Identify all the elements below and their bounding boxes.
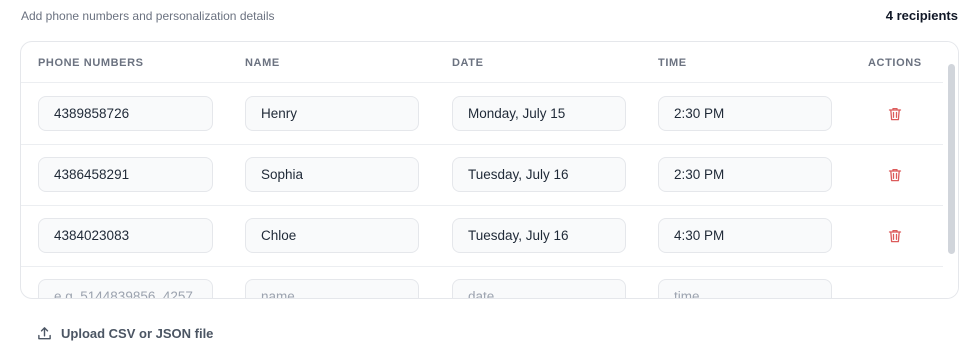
phone-field[interactable]: 4389858726 — [38, 96, 213, 131]
trash-icon[interactable] — [887, 106, 903, 122]
phone-input[interactable]: e.g. 5144839856, 4257... — [38, 279, 213, 298]
table-row: 4389858726 Henry Monday, July 15 2:30 PM — [21, 83, 943, 145]
date-field[interactable]: Tuesday, July 16 — [452, 157, 626, 192]
name-field[interactable]: Sophia — [245, 157, 419, 192]
date-field[interactable]: Monday, July 15 — [452, 96, 626, 131]
date-field[interactable]: Tuesday, July 16 — [452, 218, 626, 253]
table-row: 4386458291 Sophia Tuesday, July 16 2:30 … — [21, 144, 943, 206]
table-header: PHONE NUMBERS NAME DATE TIME ACTIONS — [21, 42, 943, 83]
recipients-table: PHONE NUMBERS NAME DATE TIME ACTIONS 438… — [20, 41, 959, 299]
upload-label: Upload CSV or JSON file — [61, 325, 214, 341]
column-header-actions: ACTIONS — [868, 57, 922, 69]
column-header-time: TIME — [658, 57, 687, 69]
recipient-count: 4 recipients — [885, 8, 958, 23]
scrollbar-thumb[interactable] — [948, 64, 955, 254]
table-scrollbar[interactable] — [944, 42, 958, 298]
time-field[interactable]: 2:30 PM — [658, 96, 832, 131]
time-input[interactable]: time — [658, 279, 832, 298]
upload-icon — [38, 326, 51, 339]
phone-field[interactable]: 4386458291 — [38, 157, 213, 192]
trash-icon[interactable] — [887, 167, 903, 183]
upload-file-button[interactable]: Upload CSV or JSON file — [37, 323, 213, 343]
column-header-name: NAME — [245, 57, 280, 69]
trash-icon[interactable] — [887, 228, 903, 244]
name-field[interactable]: Chloe — [245, 218, 419, 253]
name-field[interactable]: Henry — [245, 96, 419, 131]
date-input[interactable]: date — [452, 279, 626, 298]
section-subtitle: Add phone numbers and personalization de… — [21, 9, 275, 23]
table-row: 4384023083 Chloe Tuesday, July 16 4:30 P… — [21, 205, 943, 267]
recipients-header: Add phone numbers and personalization de… — [20, 0, 958, 32]
name-input[interactable]: name — [245, 279, 419, 298]
time-field[interactable]: 4:30 PM — [658, 218, 832, 253]
column-header-phone: PHONE NUMBERS — [38, 57, 144, 69]
column-header-date: DATE — [452, 57, 484, 69]
new-recipient-row: e.g. 5144839856, 4257... name date time — [21, 266, 943, 298]
time-field[interactable]: 2:30 PM — [658, 157, 832, 192]
phone-field[interactable]: 4384023083 — [38, 218, 213, 253]
